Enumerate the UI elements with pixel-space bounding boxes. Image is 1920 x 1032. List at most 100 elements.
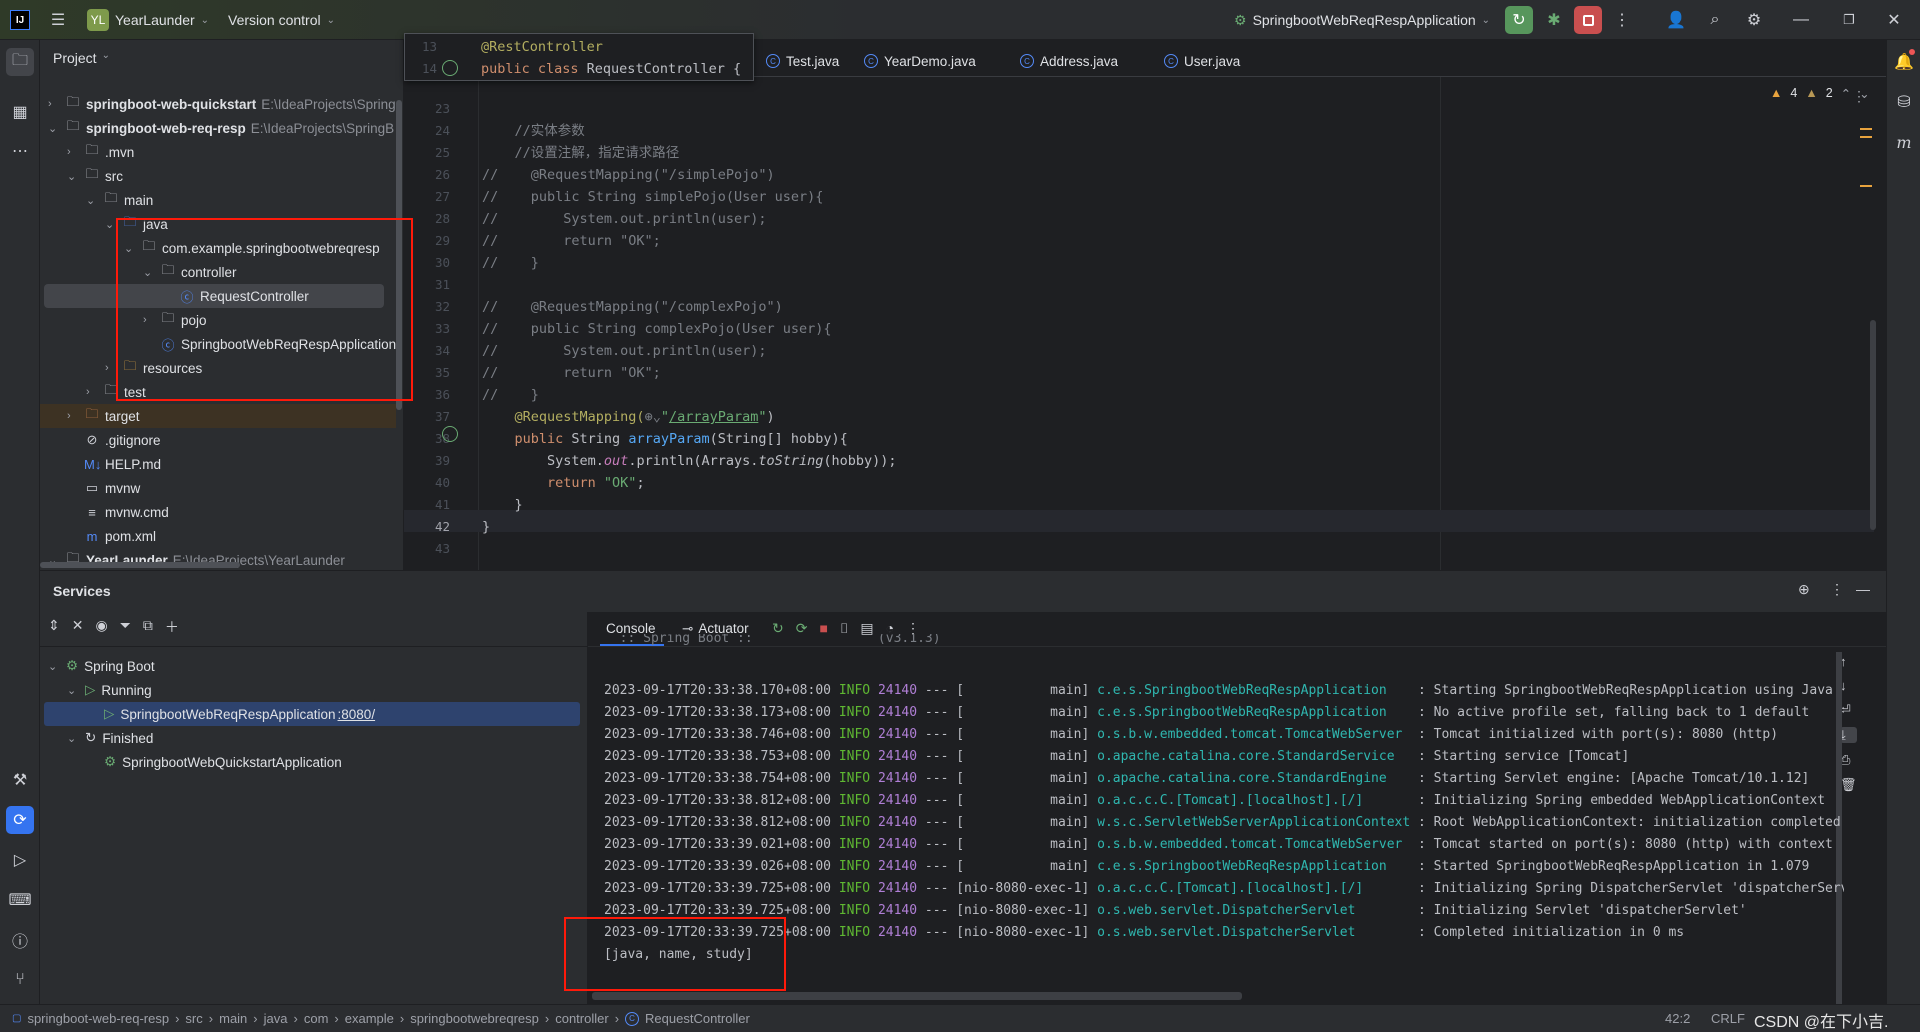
code-line[interactable]: } [482,494,523,516]
caret-position[interactable]: 42:2 [1665,1011,1690,1026]
chevron-down-icon[interactable]: ⌄ [48,122,60,135]
breadcrumb-item[interactable]: springbootwebreqresp [410,1011,539,1026]
add-user-icon[interactable]: 👤 [1662,6,1690,34]
stop-button[interactable] [1574,6,1602,34]
main-menu-icon[interactable]: ☰ [44,6,72,34]
breadcrumb-item[interactable]: controller [555,1011,608,1026]
rerun-button[interactable]: ↻ [1505,6,1533,34]
collapse-all-icon[interactable]: ✕ [72,617,84,637]
tree-item[interactable]: m pom.xml [67,524,156,548]
run-config-selector[interactable]: ⚙ SpringbootWebReqRespApplication ⌄ [1234,0,1490,40]
project-tool-icon[interactable]: 🗀 [6,48,34,76]
maven-icon[interactable]: m [1890,128,1918,156]
restore-button[interactable]: ❐ [1835,6,1863,34]
code-line[interactable]: // } [482,384,539,406]
show-icon[interactable]: ◉ [95,617,107,637]
add-service-icon[interactable]: ＋ [165,617,179,637]
git-tool-icon[interactable]: ⑂ [6,966,34,994]
warning-marker[interactable] [1860,136,1872,138]
tree-item[interactable]: ≡ mvnw.cmd [67,500,169,524]
code-line[interactable]: // System.out.println(user); [482,340,766,362]
structure-tool-icon[interactable]: ▦ [6,98,34,126]
code-line[interactable]: // return "OK"; [482,362,661,384]
code-line[interactable]: // } [482,252,539,274]
target-icon[interactable]: ⊕ [1798,581,1810,598]
tree-item[interactable]: ⌄ 🗀 YearLaunder E:\IdeaProjects\YearLaunder [48,548,345,572]
warning-marker[interactable] [1860,185,1872,187]
gear-icon[interactable]: ⚙ [1740,6,1768,34]
tree-item[interactable]: ⌄ 🗀 src [67,164,123,188]
chevron-down-icon[interactable]: ⌄ [67,170,79,183]
port-link[interactable]: :8080/ [338,707,376,722]
tab-options-icon[interactable]: ⋮ [1852,88,1866,105]
warning-marker[interactable] [1860,128,1872,130]
chevron-right-icon[interactable]: › [48,98,60,110]
service-item[interactable]: ⌄ ↻ Finished [67,726,153,750]
code-line[interactable]: // @RequestMapping("/complexPojo") [482,296,783,318]
breadcrumb-item[interactable]: src [185,1011,202,1026]
new-tab-icon[interactable]: ⧉ [143,617,153,637]
chevron-right-icon[interactable]: › [86,386,98,398]
chevron-right-icon[interactable]: › [67,410,79,422]
endpoint-gutter-icon[interactable] [442,426,458,442]
chevron-down-icon[interactable]: ⌄ [67,732,79,745]
breadcrumb-item[interactable]: springboot-web-req-resp [27,1011,169,1026]
console-horizontal-scrollbar[interactable] [592,992,1242,1000]
tree-item[interactable]: ⌄ 🗀 springboot-web-req-resp E:\IdeaProjects… [48,116,394,140]
services-tool-icon[interactable]: ⟳ [6,806,34,834]
database-icon[interactable]: ⛁ [1890,88,1918,116]
breadcrumb-item[interactable]: com [304,1011,329,1026]
tree-item[interactable]: M↓ HELP.md [67,452,161,476]
code-line[interactable]: // return "OK"; [482,230,661,252]
build-tool-icon[interactable]: ⚒ [6,766,34,794]
horizontal-scrollbar[interactable] [40,562,240,568]
project-view-selector[interactable]: Project ⌄ [53,50,110,66]
tree-item[interactable]: › 🗀 springboot-web-quickstart E:\IdeaProjec… [48,92,396,116]
tree-item[interactable]: ⊘ .gitignore [67,428,161,452]
tree-item[interactable]: ▭ mvnw [67,476,140,500]
terminal-tool-icon[interactable]: ⌨ [6,886,34,914]
run-tool-icon[interactable]: ▷ [6,846,34,874]
hide-panel-icon[interactable]: — [1856,581,1870,597]
chevron-down-icon[interactable]: ⌄ [86,194,98,207]
code-line[interactable]: System.out.println(Arrays.toString(hobby… [482,450,897,472]
more-actions-icon[interactable]: ⋮ [1608,6,1636,34]
code-line[interactable]: // @RequestMapping("/simplePojo") [482,164,775,186]
tree-item[interactable]: › 🗀 target [67,404,140,428]
tree-item[interactable]: ⌄ 🗀 main [86,188,153,212]
code-line[interactable]: //设置注解，指定请求路径 [482,142,680,164]
editor-tab[interactable]: C YearDemo.java [864,46,976,76]
editor-tab[interactable]: C User.java [1164,46,1240,76]
service-item[interactable]: ⚙ SpringbootWebQuickstartApplication [86,750,342,774]
sticky-code-line[interactable]: public class RequestController { [481,58,741,80]
arrow-up-icon[interactable]: ↑ [1840,654,1857,669]
minimize-button[interactable]: — [1787,6,1815,34]
service-item[interactable]: ▷ SpringbootWebReqRespApplication:8080/ [86,702,375,726]
expand-all-icon[interactable]: ⇕ [48,617,60,637]
debug-button[interactable]: ✱ [1540,6,1568,34]
search-icon[interactable]: ⌕ [1701,6,1729,34]
code-line[interactable]: } [482,516,490,538]
problems-tool-icon[interactable]: ⓘ [6,926,34,954]
more-tools-icon[interactable]: ⋯ [6,137,34,165]
code-line[interactable]: return "OK"; [482,472,645,494]
chevron-down-icon[interactable]: ⌄ [67,684,79,697]
chevron-up-icon[interactable]: ⌃ [1841,86,1851,101]
service-item[interactable]: ⌄ ▷ Running [67,678,152,702]
options-icon[interactable]: ⋮ [1830,581,1844,598]
line-separator[interactable]: CRLF [1711,1011,1745,1026]
sticky-code-line[interactable]: @RestController [481,36,603,58]
code-line[interactable]: // public String complexPojo(User user){ [482,318,832,340]
code-line[interactable]: //实体参数 [482,120,585,142]
code-line[interactable]: @RequestMapping(⊕⌄"/arrayParam") [482,406,775,428]
breadcrumb-item[interactable]: java [264,1011,288,1026]
breadcrumb-item[interactable]: main [219,1011,247,1026]
breadcrumb-item[interactable]: example [345,1011,394,1026]
tree-item[interactable]: › 🗀 .mvn [67,140,134,164]
breadcrumb-item[interactable]: RequestController [645,1011,750,1026]
version-control-menu[interactable]: Version control ⌄ [228,0,335,40]
chevron-down-icon[interactable]: ⌄ [48,660,60,673]
filter-icon[interactable]: ⏷ [120,617,131,637]
chevron-right-icon[interactable]: › [67,146,79,158]
editor-scrollbar[interactable] [1870,320,1876,530]
